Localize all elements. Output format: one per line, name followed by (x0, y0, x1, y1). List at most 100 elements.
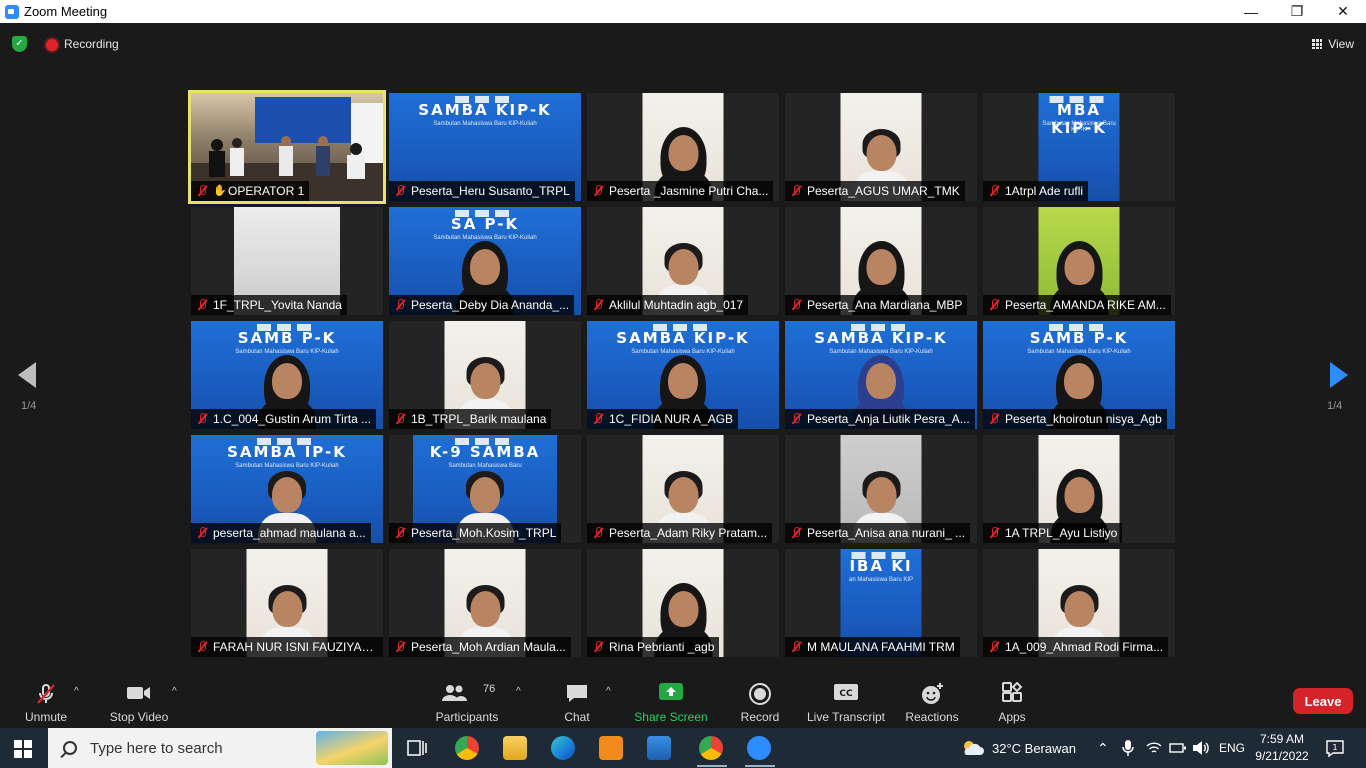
security-shield-icon[interactable]: ✓ (12, 36, 27, 52)
participant-namebar: Peserta_Moh.Kosim_TRPL (389, 523, 562, 543)
participant-tile[interactable]: SAMBA IP-K Sambutan Mahasiswa Baru KIP-Ku… (191, 435, 383, 543)
meeting-toolbar: Unmute ^ Stop Video ^ Participants 76 ^ … (0, 674, 1366, 728)
participant-namebar: Peserta_Anisa ana nurani_ ... (785, 523, 971, 543)
smiley-plus-icon (922, 683, 943, 704)
virtual-background-banner: SAMBA KIP-K (616, 329, 750, 347)
chat-button[interactable]: Chat (560, 680, 594, 724)
audio-options-caret-icon[interactable]: ^ (74, 686, 79, 697)
close-button[interactable]: ✕ (1320, 0, 1366, 23)
photos-icon[interactable] (647, 736, 671, 760)
participant-namebar: 1B_TRPL_Barik maulana (389, 409, 552, 429)
mic-muted-icon (393, 184, 407, 198)
edge-icon[interactable] (551, 736, 575, 760)
participant-namebar: Peserta_AMANDA RIKE AM... (983, 295, 1171, 315)
zoom-taskbar-icon[interactable] (747, 736, 771, 760)
closed-caption-icon: CC (834, 684, 858, 700)
participant-tile[interactable]: Rina Pebrianti _agb (587, 549, 779, 657)
leave-button[interactable]: Leave (1293, 688, 1353, 714)
participant-tile[interactable]: Peserta_AMANDA RIKE AM... (983, 207, 1175, 315)
participant-name: Peserta_Moh.Kosim_TRPL (411, 526, 557, 540)
chrome-profile-icon[interactable] (699, 736, 723, 760)
next-page-arrow-icon[interactable] (1330, 362, 1348, 388)
participant-tile[interactable]: MBA KIP-K Sambutan Mahasiswa Baru KIP-K 1A… (983, 93, 1175, 201)
view-button[interactable]: View (1312, 33, 1354, 55)
participant-tile[interactable]: K-9 SAMBA Sambutan Mahasiswa Baru Peserta_… (389, 435, 581, 543)
recording-label[interactable]: Recording (64, 37, 119, 51)
participant-namebar: Peserta_Adam Riky Pratam... (587, 523, 773, 543)
participant-tile[interactable]: Aklilul Muhtadin agb_017 (587, 207, 779, 315)
participant-tile[interactable]: 1A_009_Ahmad Rodi Firma... (983, 549, 1175, 657)
participant-tile[interactable]: IBA KI an Mahasiswa Baru KIP M MAULANA FAA… (785, 549, 977, 657)
participant-name: FARAH NUR ISNI FAUZIYAH... (213, 640, 378, 654)
reactions-button[interactable]: Reactions (904, 680, 960, 724)
volume-icon[interactable] (1192, 740, 1210, 756)
participant-namebar: Peserta_Anja Liutik Pesra_A... (785, 409, 975, 429)
mic-muted-icon (195, 526, 209, 540)
participant-tile[interactable]: 1A TRPL_Ayu Listiyo (983, 435, 1175, 543)
mic-muted-icon (789, 184, 803, 198)
participant-tile[interactable]: Peserta_Moh Ardian Maula... (389, 549, 581, 657)
participants-options-caret-icon[interactable]: ^ (516, 686, 521, 697)
participant-tile[interactable]: SAMB P-K Sambutan Mahasiswa Baru KIP-Kuli… (983, 321, 1175, 429)
mic-muted-icon (591, 526, 605, 540)
chat-options-caret-icon[interactable]: ^ (606, 686, 611, 697)
participant-tile[interactable]: ✋ OPERATOR 1 (188, 90, 386, 204)
video-options-caret-icon[interactable]: ^ (172, 686, 177, 697)
unmute-button[interactable]: Unmute (22, 680, 70, 724)
participant-tile[interactable]: 1F_TRPL_Yovita Nanda (191, 207, 383, 315)
taskbar-search-box[interactable]: Type here to search (48, 728, 392, 768)
windows-start-icon[interactable] (14, 740, 32, 758)
sublime-text-icon[interactable] (599, 736, 623, 760)
mic-muted-icon (591, 412, 605, 426)
participant-tile[interactable]: Peserta_Anisa ana nurani_ ... (785, 435, 977, 543)
participant-tile[interactable]: SAMBA KIP-K Sambutan Mahasiswa Baru KIP-K… (389, 93, 581, 201)
participant-name: Peserta _Jasmine Putri Cha... (609, 184, 769, 198)
battery-icon[interactable] (1169, 741, 1187, 755)
taskbar-clock[interactable]: 7:59 AM 9/21/2022 (1252, 731, 1312, 765)
chrome-icon[interactable] (455, 736, 479, 760)
microphone-tray-icon[interactable] (1122, 740, 1134, 756)
meeting-topbar: ✓ Recording View (0, 23, 1366, 63)
participant-tile[interactable]: SA P-K Sambutan Mahasiswa Baru KIP-Kuliah… (389, 207, 581, 315)
participant-tile[interactable]: 1B_TRPL_Barik maulana (389, 321, 581, 429)
participant-namebar: 1Atrpl Ade rufli (983, 181, 1089, 201)
participant-namebar: peserta_ahmad maulana a... (191, 523, 371, 543)
participant-tile[interactable]: Peserta _Jasmine Putri Cha... (587, 93, 779, 201)
task-view-icon[interactable] (407, 739, 427, 757)
participant-name: Peserta_Deby Dia Ananda_... (411, 298, 570, 312)
recording-dot-icon (46, 39, 58, 51)
record-button[interactable]: Record (738, 680, 782, 724)
tray-overflow-chevron-icon[interactable]: ⌃ (1097, 728, 1109, 768)
apps-button[interactable]: Apps (996, 680, 1028, 724)
page-indicator-right: 1/4 (1327, 400, 1343, 412)
maximize-button[interactable]: ❐ (1274, 0, 1320, 23)
minimize-button[interactable]: — (1228, 0, 1274, 23)
participant-tile[interactable]: SAMB P-K Sambutan Mahasiswa Baru KIP-Kuli… (191, 321, 383, 429)
participant-tile[interactable]: Peserta_AGUS UMAR_TMK (785, 93, 977, 201)
previous-page-arrow-icon[interactable] (18, 362, 36, 388)
live-transcript-button[interactable]: CC Live Transcript (806, 680, 886, 724)
file-explorer-icon[interactable] (503, 736, 527, 760)
share-screen-button[interactable]: Share Screen (634, 680, 708, 724)
participant-tile[interactable]: Peserta_Adam Riky Pratam... (587, 435, 779, 543)
network-icon[interactable] (1146, 741, 1162, 755)
participant-namebar: Peserta_Moh Ardian Maula... (389, 637, 571, 657)
page-indicator-left: 1/4 (21, 400, 37, 412)
notification-center-icon[interactable]: 1 (1325, 739, 1345, 759)
participant-name: peserta_ahmad maulana a... (213, 526, 366, 540)
participant-namebar: 1C_FIDIA NUR A_AGB (587, 409, 739, 429)
participant-namebar: M MAULANA FAAHMI TRM (785, 637, 960, 657)
mic-muted-icon (393, 412, 407, 426)
participant-tile[interactable]: FARAH NUR ISNI FAUZIYAH... (191, 549, 383, 657)
input-language[interactable]: ENG (1219, 728, 1245, 768)
mic-muted-icon (195, 298, 209, 312)
window-title: Zoom Meeting (24, 4, 108, 19)
weather-widget[interactable]: 32°C Berawan (960, 728, 1076, 768)
participant-name: Peserta_AMANDA RIKE AM... (1005, 298, 1166, 312)
participant-tile[interactable]: Peserta_Ana Mardiana_MBP (785, 207, 977, 315)
stop-video-button[interactable]: Stop Video (108, 680, 170, 724)
participants-icon (442, 685, 467, 701)
participant-tile[interactable]: SAMBA KIP-K Sambutan Mahasiswa Baru KIP-K… (587, 321, 779, 429)
chat-label: Chat (564, 710, 590, 724)
participant-tile[interactable]: SAMBA KIP-K Sambutan Mahasiswa Baru KIP-K… (785, 321, 977, 429)
